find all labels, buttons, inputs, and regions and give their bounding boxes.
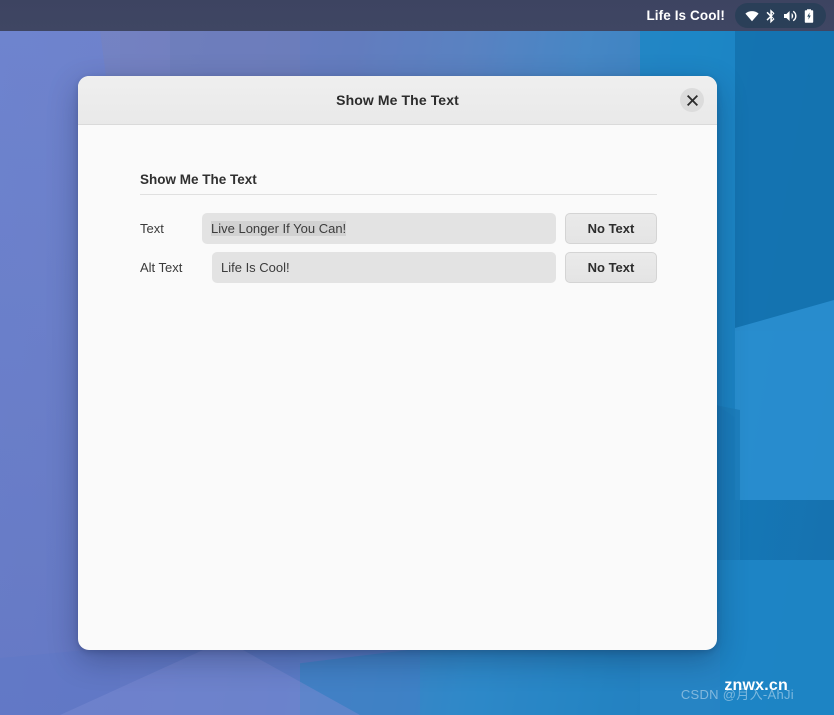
battery-icon[interactable] [801, 8, 817, 24]
no-text-button-alt-text[interactable]: No Text [565, 252, 657, 283]
watermark-primary: znwx.cn [724, 677, 788, 694]
screen: Life Is Cool! Show Me The Text Show Me T… [0, 0, 834, 715]
dialog-title: Show Me The Text [336, 92, 459, 108]
no-text-button-text[interactable]: No Text [565, 213, 657, 244]
form-row-text: Text No Text [140, 213, 657, 244]
section-header: Show Me The Text [140, 172, 657, 195]
wallpaper-facet [735, 31, 834, 331]
close-icon[interactable] [680, 88, 704, 112]
bluetooth-icon[interactable] [763, 8, 779, 24]
form-row-alt-text: Alt Text No Text [140, 252, 657, 283]
label-text: Text [140, 221, 164, 236]
system-top-bar: Life Is Cool! [0, 0, 834, 31]
volume-icon[interactable] [782, 8, 798, 24]
wallpaper-facet [735, 300, 834, 500]
alt-text-input[interactable] [212, 252, 556, 283]
system-indicator-tray[interactable] [735, 3, 826, 28]
wifi-icon[interactable] [744, 8, 760, 24]
text-input[interactable] [202, 213, 556, 244]
dialog-body: Show Me The Text Text No Text Alt Text N… [78, 125, 717, 650]
label-alt-text: Alt Text [140, 260, 183, 275]
dialog-window: Show Me The Text Show Me The Text Text N… [78, 76, 717, 650]
topbar-title: Life Is Cool! [646, 8, 725, 23]
dialog-titlebar[interactable]: Show Me The Text [78, 76, 717, 125]
